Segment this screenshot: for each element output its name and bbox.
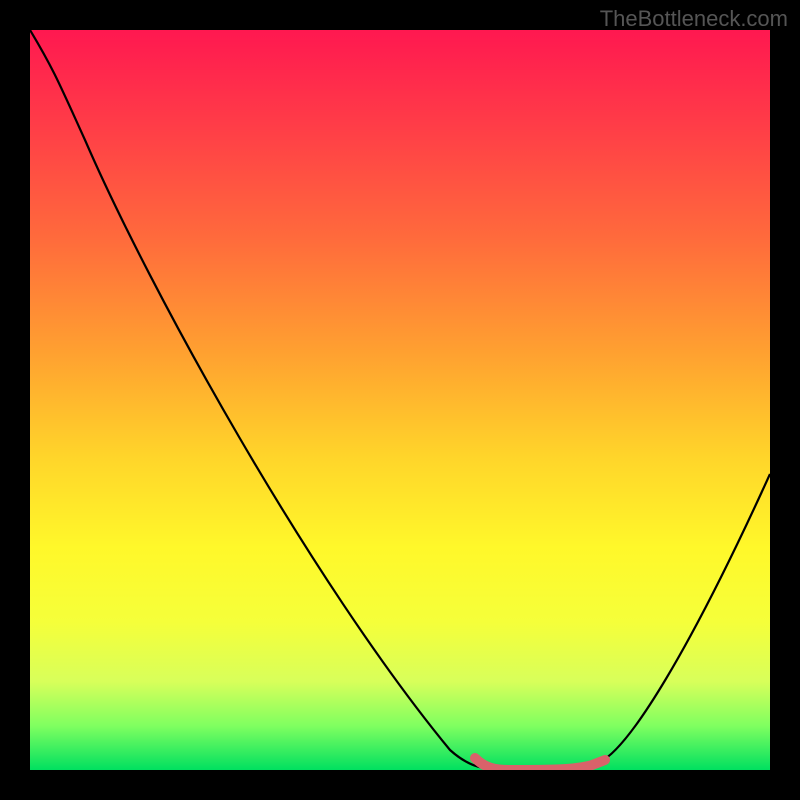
- watermark-text: TheBottleneck.com: [600, 6, 788, 32]
- optimal-range-highlight: [475, 758, 605, 770]
- bottleneck-curve-line: [30, 30, 770, 770]
- bottleneck-chart: [30, 30, 770, 770]
